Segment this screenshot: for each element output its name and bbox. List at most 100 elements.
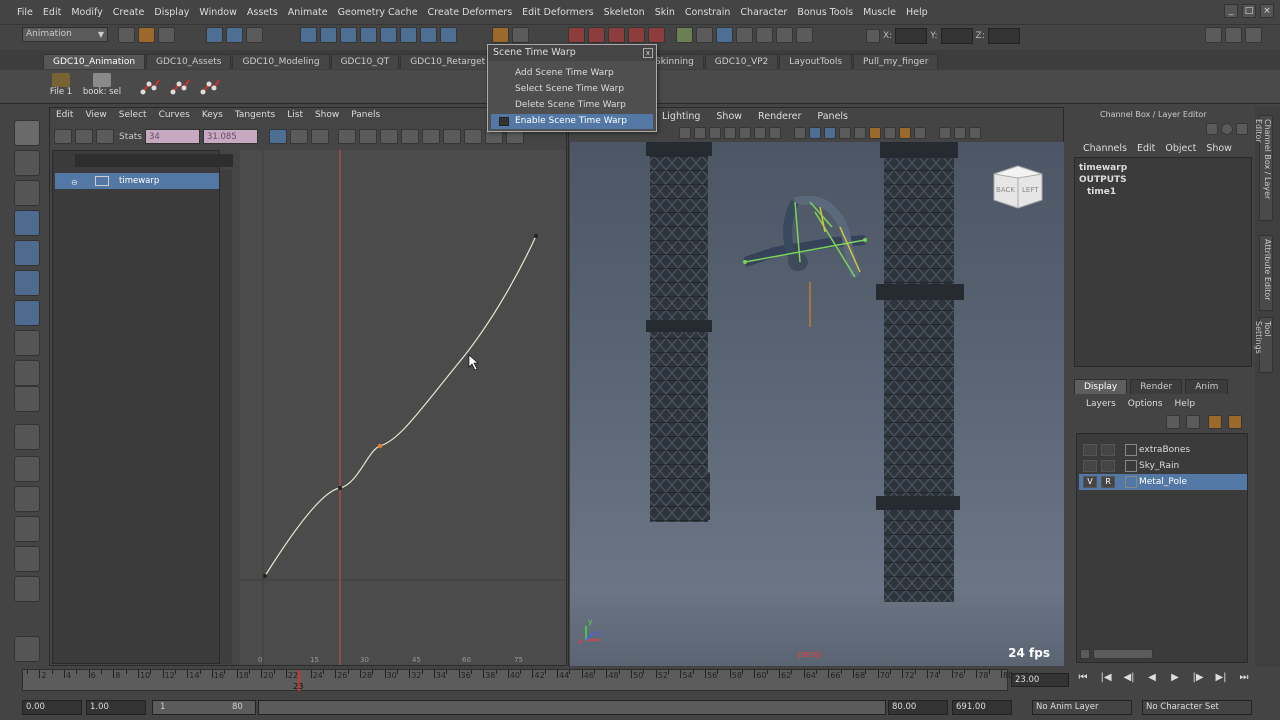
viewport-menu-renderer[interactable]: Renderer [750,111,809,122]
select-curves-icon[interactable] [340,27,357,43]
single-perspective-layout-icon[interactable] [14,424,40,450]
x-field[interactable] [895,28,928,44]
viewcube[interactable]: BACK LEFT [990,164,1046,210]
shelf-file-button[interactable]: File 1 [48,73,74,99]
select-deformations-icon[interactable] [380,27,397,43]
viewport-menu-show[interactable]: Show [708,111,750,122]
tab-render[interactable]: Render [1130,379,1183,394]
attribute-editor-toggle-icon[interactable] [1205,27,1222,43]
menu-animate[interactable]: Animate [283,7,333,18]
layer-move-icon[interactable] [1228,415,1242,429]
layer-visibility-toggle[interactable]: V [1083,476,1097,488]
select-tool-icon[interactable] [14,120,40,146]
tab-attribute-editor[interactable]: Attribute Editor [1259,235,1273,311]
shelf-tab-layouttools[interactable]: LayoutTools [779,54,853,69]
shelf-tab-gdc10-assets[interactable]: GDC10_Assets [146,54,232,69]
shelf-tab-gdc10-vp2[interactable]: GDC10_VP2 [704,54,779,69]
render-frame-icon[interactable] [736,27,753,43]
make-live-icon[interactable] [648,27,665,43]
step-tangent-icon[interactable] [421,129,440,144]
outliner-scrollbar[interactable] [220,170,232,664]
time-ruler[interactable]: 2 4 6 8 10 12 14 16 18 20 22 24 26 28 30 32 34 36 38 40 42 44… [22,669,1013,691]
select-scene-time-warp-item[interactable]: Select Scene Time Warp [491,82,653,97]
layer-options-icon[interactable] [1208,415,1222,429]
layer-scrollbar[interactable] [1093,649,1153,659]
four-view-layout-icon[interactable] [14,456,40,482]
channel-box-mode-icon[interactable] [1206,123,1218,135]
input-list-icon[interactable] [696,27,713,43]
hypergraph-layout-icon[interactable] [14,546,40,572]
viewport-menu-panels[interactable]: Panels [809,111,856,122]
insert-key-tool-icon[interactable] [75,129,93,144]
add-scene-time-warp-item[interactable]: Add Scene Time Warp [491,66,653,81]
flat-tangent-icon[interactable] [400,129,419,144]
layer-row[interactable]: Sky_Rain [1079,458,1247,474]
animation-end-field[interactable]: 691.00 [952,700,1012,715]
menu-create-deformers[interactable]: Create Deformers [423,7,518,18]
layer-display-type-toggle[interactable]: R [1101,476,1115,488]
outliner-item-timewarp[interactable]: ⊖ timewarp [55,173,219,189]
history-icon[interactable] [676,27,693,43]
move-key-tool-icon[interactable] [54,129,72,144]
checkbox[interactable] [499,117,509,126]
step-back-frame-icon[interactable]: ◀| [1122,672,1136,683]
shelf-tab-gdc10-animation[interactable]: GDC10_Animation [43,54,146,69]
menu-assets[interactable]: Assets [242,7,283,18]
tool-settings-toggle-icon[interactable] [1225,27,1242,43]
outliner-icon[interactable] [14,636,40,662]
delete-scene-time-warp-item[interactable]: Delete Scene Time Warp [491,98,653,113]
playback-start-field[interactable]: 1.00 [86,700,146,715]
lattice-deform-icon[interactable] [96,129,114,144]
perspective-viewport[interactable]: x y z BACK LEFT persp 24 fps [570,142,1064,666]
lights-icon[interactable] [739,127,751,139]
paint-select-tool-icon[interactable] [14,180,40,206]
spline-tangent-icon[interactable] [337,129,356,144]
channel-box-sphere-icon[interactable] [1221,123,1233,135]
clamped-tangent-icon[interactable] [358,129,377,144]
shadows-icon[interactable] [854,127,866,139]
shelf-tab-gdc10-retarget[interactable]: GDC10_Retarget [400,54,496,69]
graph-menu-edit[interactable]: Edit [50,110,79,126]
channel-box-settings-icon[interactable] [1236,123,1248,135]
snap-view-plane-icon[interactable] [628,27,645,43]
layer-display-type-toggle[interactable] [1101,444,1115,456]
menu-file[interactable]: File [12,7,38,18]
select-dynamics-icon[interactable] [400,27,417,43]
output-node-name[interactable]: time1 [1079,186,1247,198]
close-icon[interactable]: x [643,48,653,58]
camera-icon[interactable] [679,127,691,139]
playback-end-field[interactable]: 80.00 [888,700,948,715]
maximize-icon[interactable]: □ [1242,4,1256,18]
select-rendering-icon[interactable] [420,27,437,43]
lasso-tool-icon[interactable] [14,150,40,176]
grid-icon[interactable] [754,127,766,139]
frame-playback-range-icon[interactable] [289,129,308,144]
stats-frame-field[interactable]: 34 [144,129,200,144]
custom-layout-icon[interactable] [14,576,40,602]
new-layer-icon[interactable] [1166,415,1180,429]
menu-edit[interactable]: Edit [38,7,66,18]
key-point[interactable] [534,234,538,238]
layer-menu-layers[interactable]: Layers [1080,399,1122,409]
z-field[interactable] [987,28,1020,44]
animation-start-field[interactable]: 0.00 [22,700,82,715]
range-slider-track[interactable] [258,700,886,715]
menu-constrain[interactable]: Constrain [680,7,736,18]
menu-muscle[interactable]: Muscle [858,7,901,18]
motion-blur-icon[interactable] [899,127,911,139]
play-backward-icon[interactable]: ◀ [1145,672,1159,683]
play-forward-icon[interactable]: ▶ [1168,672,1182,683]
layer-menu-help[interactable]: Help [1169,399,1202,409]
step-back-key-icon[interactable]: |◀ [1099,672,1113,683]
layer-color-swatch[interactable] [1125,444,1137,456]
layer-color-swatch[interactable] [1125,460,1137,472]
new-scene-icon[interactable] [118,27,135,43]
buffer-curve-icon[interactable] [463,129,482,144]
layer-row[interactable]: extraBones [1079,442,1247,458]
graph-menu-show[interactable]: Show [309,110,345,126]
go-to-start-icon[interactable]: ⏮ [1076,672,1090,683]
tab-anim[interactable]: Anim [1185,379,1229,394]
key-point[interactable] [263,574,267,578]
channel-node-name[interactable]: timewarp [1079,162,1247,174]
channel-menu-show[interactable]: Show [1201,143,1237,154]
